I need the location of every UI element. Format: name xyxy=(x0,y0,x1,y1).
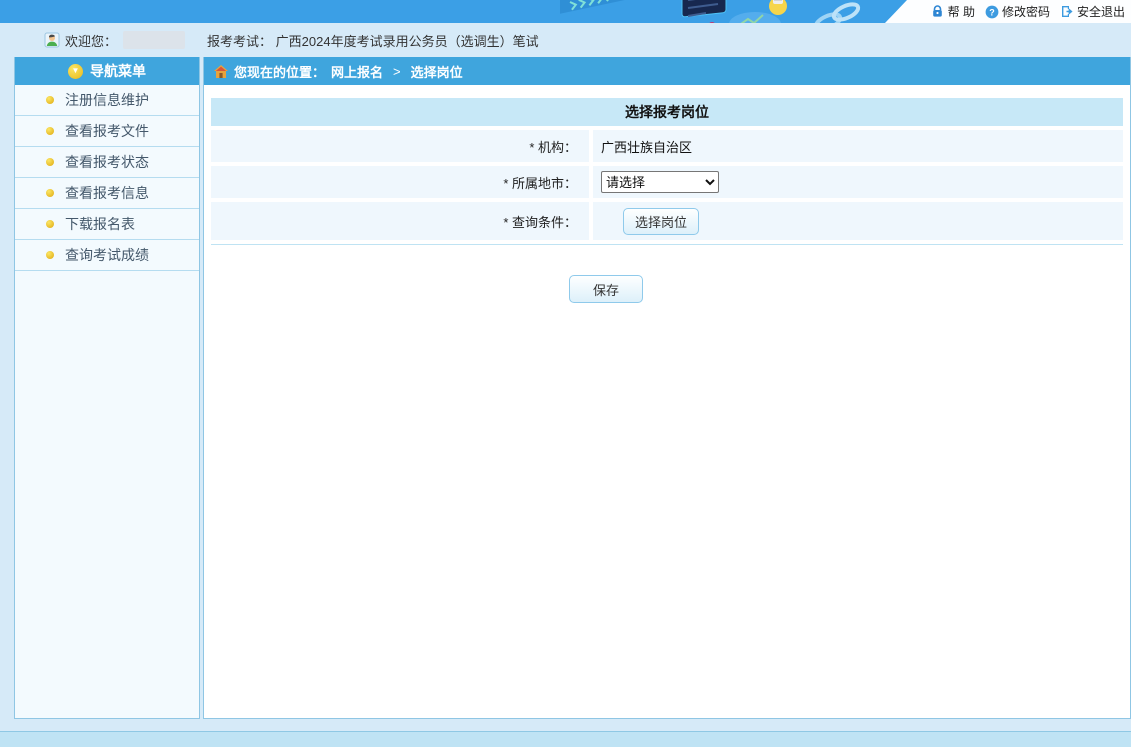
redacted-username xyxy=(123,31,185,49)
logout-label: 安全退出 xyxy=(1077,3,1125,20)
bullet-icon xyxy=(46,189,54,197)
navigation-sidebar: ▼ 导航菜单 注册信息维护 查看报考文件 查看报考状态 查看报考信息 下载报名表… xyxy=(14,57,200,719)
help-link[interactable]: 帮 助 xyxy=(931,3,975,20)
sidebar-title: 导航菜单 xyxy=(90,61,146,81)
sidebar-item-label: 下载报名表 xyxy=(65,214,135,234)
logout-link[interactable]: 安全退出 xyxy=(1060,3,1125,20)
organization-label: * 机构： xyxy=(211,130,589,162)
save-button[interactable]: 保存 xyxy=(569,275,643,303)
form-row-organization: * 机构： 广西壮族自治区 xyxy=(211,130,1123,162)
change-password-label: 修改密码 xyxy=(1002,3,1050,20)
bullet-icon xyxy=(46,158,54,166)
sidebar-item-label: 查看报考状态 xyxy=(65,152,149,172)
exit-icon xyxy=(1060,5,1074,19)
breadcrumb-section[interactable]: 网上报名 xyxy=(331,62,383,81)
main-area: ▼ 导航菜单 注册信息维护 查看报考文件 查看报考状态 查看报考信息 下载报名表… xyxy=(0,57,1131,719)
topbar-links: 帮 助 ? 修改密码 安全退出 xyxy=(885,0,1131,23)
city-select[interactable]: 请选择 xyxy=(601,171,719,193)
bottom-gap xyxy=(0,719,1131,731)
exam-prefix: 报考考试： xyxy=(207,34,272,49)
form-title: 选择报考岗位 xyxy=(211,98,1123,126)
sidebar-header: ▼ 导航菜单 xyxy=(15,57,199,85)
lock-icon xyxy=(931,5,945,19)
bullet-icon xyxy=(46,96,54,104)
sidebar-item-label: 查看报考信息 xyxy=(65,183,149,203)
sidebar-item-query-scores[interactable]: 查询考试成绩 xyxy=(15,240,199,271)
greeting-label: 欢迎您： xyxy=(65,31,117,50)
change-password-link[interactable]: ? 修改密码 xyxy=(985,3,1050,20)
exam-info: 报考考试： 广西2024年度考试录用公务员（选调生）笔试 xyxy=(207,31,539,50)
sidebar-item-label: 查看报考文件 xyxy=(65,121,149,141)
bullet-icon xyxy=(46,251,54,259)
sidebar-item-view-exam-status[interactable]: 查看报考状态 xyxy=(15,147,199,178)
organization-value: 广西壮族自治区 xyxy=(593,130,1123,162)
banner-illustration xyxy=(540,0,920,23)
welcome-bar: 欢迎您： 报考考试： 广西2024年度考试录用公务员（选调生）笔试 xyxy=(0,23,1131,57)
sidebar-item-register-info[interactable]: 注册信息维护 xyxy=(15,85,199,116)
sidebar-item-label: 查询考试成绩 xyxy=(65,245,149,265)
chevron-down-icon: ▼ xyxy=(68,64,83,79)
sidebar-item-view-exam-info[interactable]: 查看报考信息 xyxy=(15,178,199,209)
exam-name: 广西2024年度考试录用公务员（选调生）笔试 xyxy=(276,34,539,49)
form-row-city: * 所属地市： 请选择 xyxy=(211,166,1123,198)
bullet-icon xyxy=(46,127,54,135)
breadcrumb-prefix: 您现在的位置： xyxy=(234,62,325,81)
select-position-button[interactable]: 选择岗位 xyxy=(623,208,699,235)
bullet-icon xyxy=(46,220,54,228)
svg-text:?: ? xyxy=(989,7,995,17)
save-row: 保存 xyxy=(204,275,1130,303)
city-label: * 所属地市： xyxy=(211,166,589,198)
form-row-query: * 查询条件： 选择岗位 xyxy=(211,202,1123,240)
user-avatar-icon xyxy=(44,32,60,48)
breadcrumb-current: 选择岗位 xyxy=(411,62,463,81)
question-icon: ? xyxy=(985,5,999,19)
breadcrumb: 您现在的位置： 网上报名 > 选择岗位 xyxy=(204,57,1130,85)
content-panel: 您现在的位置： 网上报名 > 选择岗位 选择报考岗位 * 机构： 广西壮族自治区… xyxy=(203,57,1131,719)
help-label: 帮 助 xyxy=(948,3,975,20)
query-label: * 查询条件： xyxy=(211,202,589,240)
top-banner: 帮 助 ? 修改密码 安全退出 xyxy=(0,0,1131,23)
page-footer xyxy=(0,731,1131,747)
job-select-form: 选择报考岗位 * 机构： 广西壮族自治区 * 所属地市： 请选择 * 查询条件：… xyxy=(211,98,1123,245)
breadcrumb-separator: > xyxy=(393,64,401,79)
sidebar-item-view-exam-files[interactable]: 查看报考文件 xyxy=(15,116,199,147)
home-icon xyxy=(214,65,228,78)
sidebar-item-download-form[interactable]: 下载报名表 xyxy=(15,209,199,240)
sidebar-item-label: 注册信息维护 xyxy=(65,90,149,110)
